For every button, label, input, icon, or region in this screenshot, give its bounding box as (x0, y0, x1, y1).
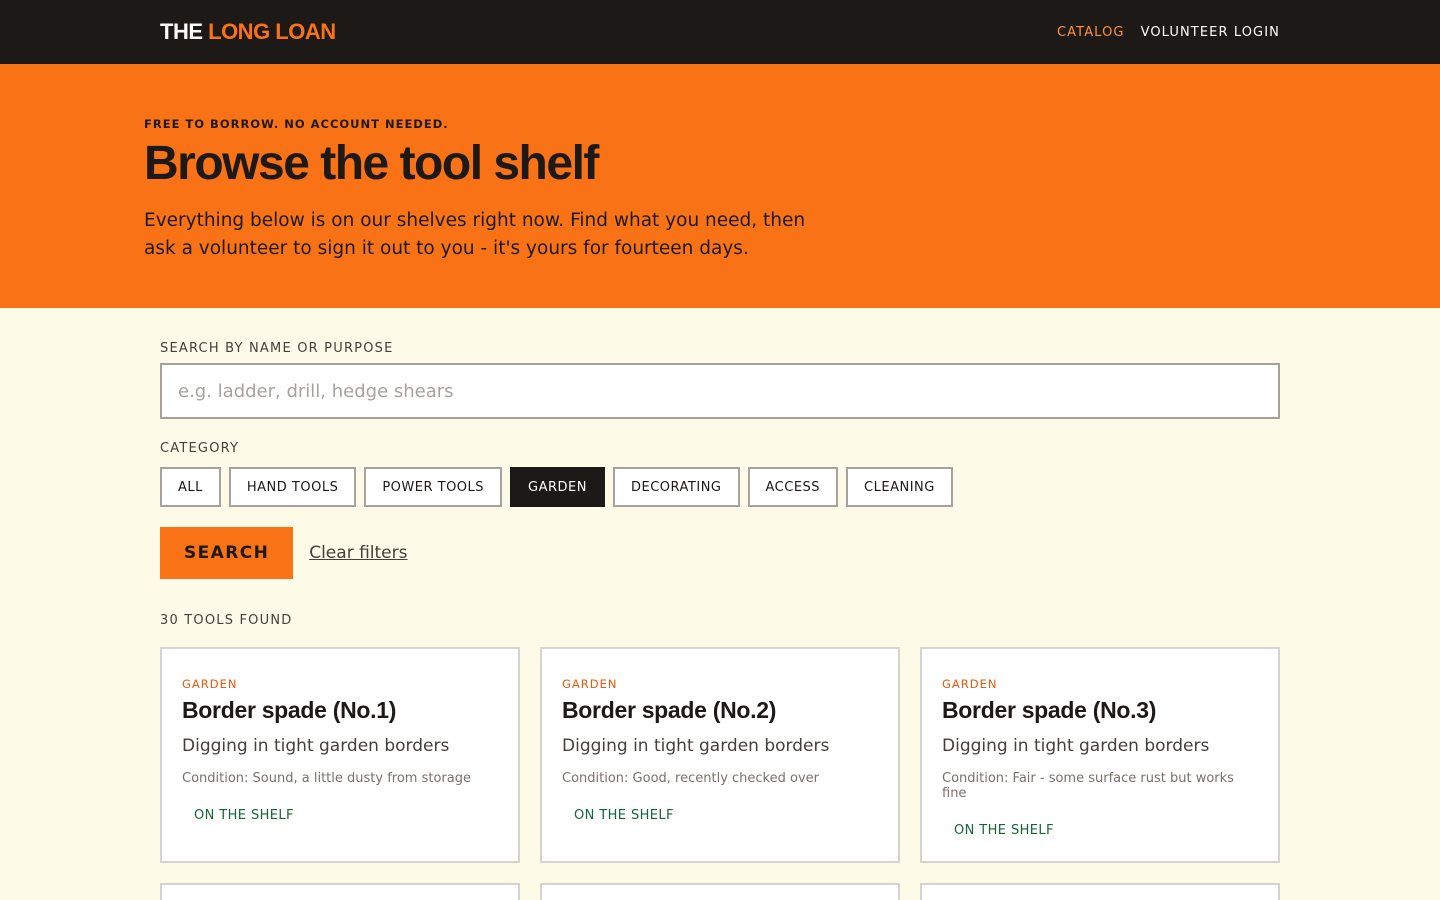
tool-card[interactable]: GARDEN Border spade (No.2) Digging in ti… (540, 647, 900, 863)
nav-volunteer-login[interactable]: VOLUNTEER LOGIN (1141, 25, 1280, 40)
tool-condition: Condition: Sound, a little dusty from st… (182, 771, 471, 786)
tool-category: GARDEN (942, 677, 998, 691)
nav-catalog[interactable]: CATALOG (1057, 25, 1125, 40)
page-title: Browse the tool shelf (144, 137, 599, 190)
main-nav: CATALOG VOLUNTEER LOGIN (1057, 25, 1280, 40)
catalog-main: SEARCH BY NAME OR PURPOSE CATEGORY ALL H… (0, 308, 1440, 900)
brand-primary: THE (160, 19, 203, 44)
tool-purpose: Digging in tight garden borders (182, 736, 450, 756)
category-filter: ALL HAND TOOLS POWER TOOLS GARDEN DECORA… (160, 467, 1280, 507)
chip-access[interactable]: ACCESS (747, 467, 839, 507)
tool-condition: Condition: Fair - some surface rust but … (942, 771, 1234, 801)
chip-cleaning[interactable]: CLEANING (846, 467, 953, 507)
status-badge: ON THE SHELF (954, 823, 1054, 838)
tool-purpose: Digging in tight garden borders (942, 736, 1210, 756)
hero-description: Everything below is on our shelves right… (144, 210, 806, 260)
brand-logo[interactable]: THE LONG LOAN (160, 19, 336, 45)
tool-card-partial[interactable] (540, 883, 900, 900)
tool-card[interactable]: GARDEN Border spade (No.3) Digging in ti… (920, 647, 1280, 863)
chip-decorating[interactable]: DECORATING (613, 467, 740, 507)
status-badge: ON THE SHELF (194, 808, 294, 823)
tool-condition: Condition: Good, recently checked over (562, 771, 819, 786)
results-count: 30 TOOLS FOUND (160, 613, 293, 628)
search-label: SEARCH BY NAME OR PURPOSE (160, 341, 394, 356)
clear-filters-link[interactable]: Clear filters (309, 543, 407, 563)
tool-grid: GARDEN Border spade (No.1) Digging in ti… (160, 647, 1280, 900)
tool-purpose: Digging in tight garden borders (562, 736, 830, 756)
tool-card-partial[interactable] (920, 883, 1280, 900)
top-bar: THE LONG LOAN CATALOG VOLUNTEER LOGIN (0, 0, 1440, 64)
tool-category: GARDEN (562, 677, 618, 691)
tool-title: Border spade (No.3) (942, 697, 1157, 723)
tool-card-partial[interactable] (160, 883, 520, 900)
filter-actions: SEARCH Clear filters (160, 527, 1280, 579)
chip-power-tools[interactable]: POWER TOOLS (364, 467, 503, 507)
chip-hand-tools[interactable]: HAND TOOLS (228, 467, 357, 507)
category-label: CATEGORY (160, 441, 240, 456)
tool-title: Border spade (No.1) (182, 697, 397, 723)
tool-title: Border spade (No.2) (562, 697, 777, 723)
hero-eyebrow: FREE TO BORROW. NO ACCOUNT NEEDED. (144, 117, 449, 131)
hero: FREE TO BORROW. NO ACCOUNT NEEDED. Brows… (0, 64, 1440, 308)
tool-category: GARDEN (182, 677, 238, 691)
status-badge: ON THE SHELF (574, 808, 674, 823)
tool-card[interactable]: GARDEN Border spade (No.1) Digging in ti… (160, 647, 520, 863)
search-input[interactable] (160, 363, 1280, 419)
chip-all[interactable]: ALL (160, 467, 221, 507)
brand-accent: LONG LOAN (208, 19, 336, 44)
chip-garden[interactable]: GARDEN (510, 467, 605, 507)
search-button[interactable]: SEARCH (160, 527, 294, 579)
